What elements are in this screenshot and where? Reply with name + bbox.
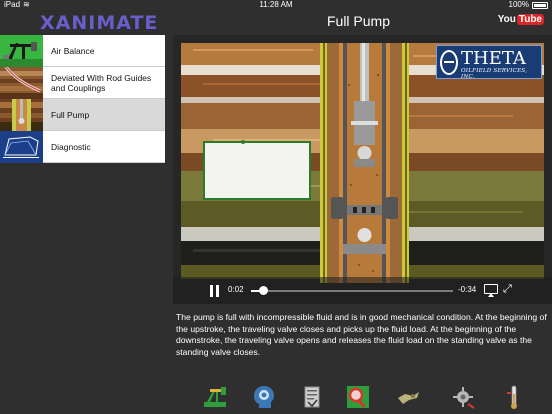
magnifier-icon[interactable] — [345, 384, 371, 410]
battery-icon — [532, 1, 548, 9]
gear-wrench-icon[interactable] — [450, 384, 476, 410]
pump-jack-thumbnail — [0, 34, 43, 67]
pause-icon-bar — [216, 285, 219, 297]
sidebar-item-diagnostic[interactable]: Diagnostic — [0, 130, 165, 163]
description-text: The pump is full with incompressible flu… — [176, 312, 547, 357]
sidebar-item-air-balance[interactable]: Air Balance — [0, 34, 165, 67]
scrubber-track[interactable] — [251, 290, 453, 292]
app-root: iPad ≋ 11:28 AM 100% XANIMATE Full Pump … — [0, 0, 552, 414]
sidebar-item-full-pump[interactable]: Full Pump — [0, 98, 165, 131]
player-controls: 0:02 -0:34 ⤢ — [173, 277, 552, 304]
theta-logo: THETA OILFIELD SERVICES, INC. — [436, 45, 542, 80]
pump-jack-icon[interactable] — [202, 384, 228, 410]
scrubber-handle[interactable] — [258, 286, 268, 295]
sidebar-item-label: Air Balance — [51, 45, 95, 56]
fullscreen-icon[interactable]: ⤢ — [503, 283, 516, 296]
dynagraph-thumbnail — [0, 130, 43, 163]
remaining-time: -0:34 — [458, 285, 477, 294]
pause-button[interactable] — [209, 285, 220, 297]
current-time: 0:02 — [228, 285, 244, 294]
pump-thumbnail — [0, 98, 43, 131]
pause-icon — [210, 285, 213, 297]
battery-percent: 100% — [508, 0, 529, 9]
bottom-toolbar — [165, 380, 552, 414]
video-player[interactable]: THETA OILFIELD SERVICES, INC. — [173, 35, 552, 304]
theta-ring-icon — [440, 50, 458, 75]
gauge-icon[interactable] — [501, 384, 527, 410]
youtube-button[interactable]: You Tube — [498, 14, 544, 25]
tool-icon[interactable] — [395, 384, 421, 410]
sidebar-item-label: Deviated With Rod Guides and Couplings — [51, 72, 152, 93]
sidebar: Air Balance Deviated With Rod Guides and… — [0, 34, 165, 163]
sidebar-item-deviated[interactable]: Deviated With Rod Guides and Couplings — [0, 66, 165, 99]
youtube-tube: Tube — [516, 14, 544, 25]
sidebar-item-label: Diagnostic — [51, 141, 91, 152]
status-time: 11:28 AM — [259, 0, 293, 9]
wellbore-thumbnail — [0, 66, 43, 99]
page-title: Full Pump — [326, 13, 391, 29]
brand-subtitle: OILFIELD SERVICES, INC. — [461, 68, 528, 80]
app-logo: XANIMATE — [40, 12, 159, 34]
airplay-icon[interactable] — [484, 284, 498, 297]
youtube-you: You — [497, 14, 516, 25]
document-icon[interactable] — [299, 384, 325, 410]
status-right: 100% — [509, 0, 548, 10]
sidebar-item-label: Full Pump — [51, 109, 90, 120]
brand-name: THETA — [461, 48, 526, 69]
status-bar: iPad ≋ 11:28 AM 100% — [0, 0, 552, 10]
head-profile-icon[interactable] — [251, 384, 277, 410]
